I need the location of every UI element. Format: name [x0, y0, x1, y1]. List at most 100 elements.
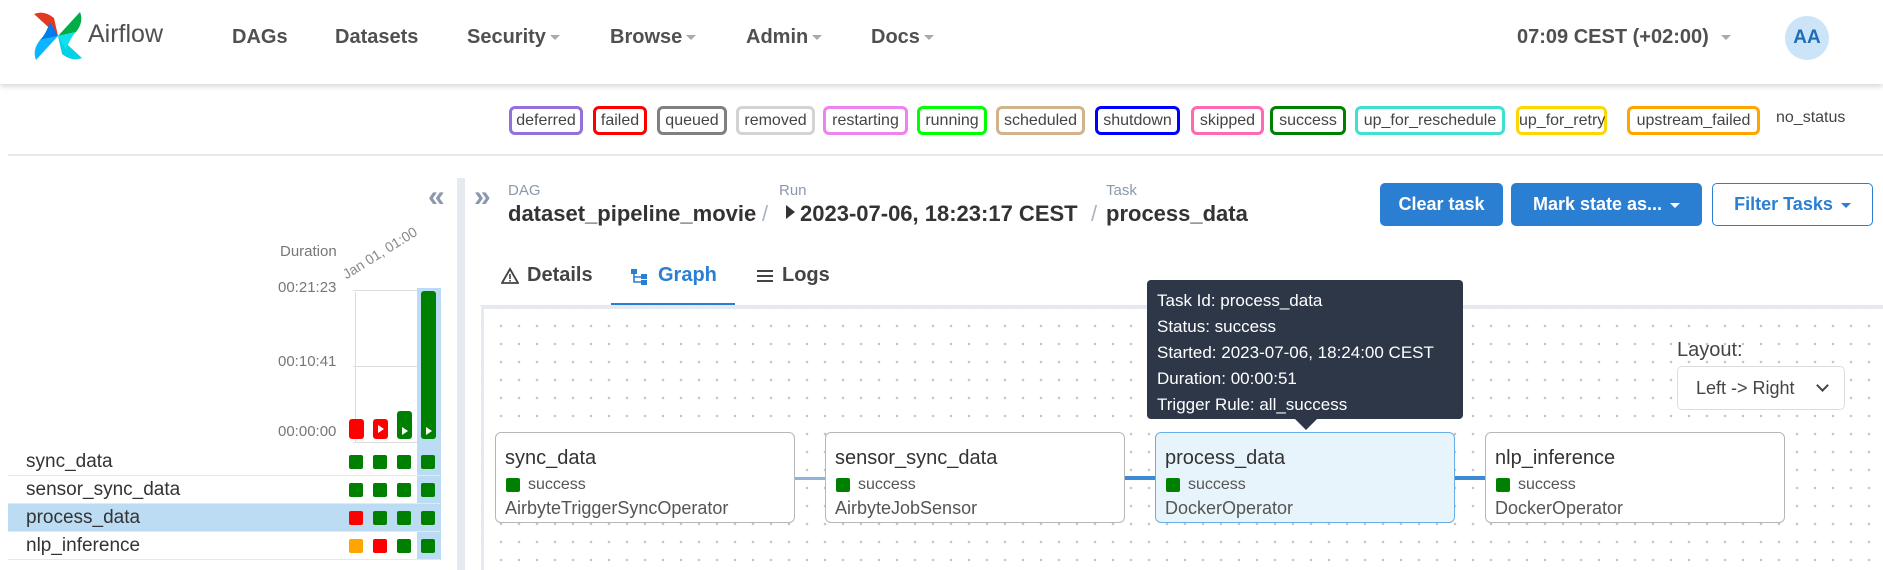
- airflow-logo-icon[interactable]: [30, 8, 86, 64]
- legend-deferred[interactable]: deferred: [509, 106, 583, 135]
- legend-skipped[interactable]: skipped: [1191, 106, 1264, 135]
- task-instance-square[interactable]: [373, 511, 387, 525]
- timezone-clock[interactable]: 07:09 CEST (+02:00): [1517, 26, 1731, 49]
- task-instance-square[interactable]: [373, 483, 387, 497]
- legend-failed[interactable]: failed: [593, 106, 647, 135]
- tab-details-label: Details: [527, 264, 593, 286]
- tab-details[interactable]: Details: [501, 262, 601, 306]
- task-instance-square[interactable]: [397, 455, 411, 469]
- expand-grid-icon[interactable]: »: [474, 180, 491, 214]
- dag-run-bar[interactable]: [421, 291, 436, 439]
- nav-admin-label: Admin: [746, 26, 809, 48]
- node-status: success: [1188, 476, 1246, 493]
- play-icon: [402, 427, 408, 435]
- dag-run-bar[interactable]: [349, 419, 364, 439]
- task-instance-square[interactable]: [349, 539, 363, 553]
- task-instance-square[interactable]: [349, 511, 363, 525]
- node-operator: DockerOperator: [1165, 498, 1294, 518]
- graph-node-process-data[interactable]: process_data success DockerOperator: [1155, 432, 1455, 523]
- tooltip-task-id: Task Id: process_data: [1157, 291, 1323, 310]
- nav-admin[interactable]: Admin: [746, 26, 823, 49]
- task-name: nlp_inference: [26, 535, 141, 556]
- clock-text: 07:09 CEST (+02:00): [1517, 26, 1709, 48]
- graph-node-sensor-sync-data[interactable]: sensor_sync_data success AirbyteJobSenso…: [825, 432, 1125, 523]
- nav-datasets[interactable]: Datasets: [335, 26, 418, 49]
- panel-resize-handle[interactable]: [457, 178, 465, 570]
- legend-up-for-reschedule[interactable]: up_for_reschedule: [1355, 106, 1505, 135]
- layout-select[interactable]: Left -> Right: [1677, 366, 1845, 410]
- graph-icon: [631, 269, 647, 285]
- duration-label: Duration: [280, 243, 337, 260]
- chevron-down-icon: [1670, 202, 1681, 208]
- tooltip-trigger-rule: Trigger Rule: all_success: [1157, 395, 1348, 414]
- play-icon: [426, 427, 432, 435]
- user-avatar[interactable]: AA: [1785, 16, 1829, 60]
- breadcrumb-dag-label: DAG: [508, 182, 541, 199]
- breadcrumb-run[interactable]: 2023-07-06, 18:23:17 CEST: [800, 201, 1078, 227]
- task-instance-square[interactable]: [421, 483, 435, 497]
- status-square: [506, 478, 520, 492]
- legend-queued[interactable]: queued: [657, 106, 727, 135]
- task-instance-square[interactable]: [349, 455, 363, 469]
- legend-upstream-failed[interactable]: upstream_failed: [1627, 106, 1760, 135]
- breadcrumb-task[interactable]: process_data: [1106, 201, 1248, 227]
- breadcrumb-separator: /: [1091, 201, 1098, 226]
- nav-datasets-label: Datasets: [335, 26, 419, 48]
- nav-browse[interactable]: Browse: [610, 26, 697, 49]
- legend-running[interactable]: running: [917, 106, 987, 135]
- task-row-nlp-inference[interactable]: nlp_inference: [8, 532, 440, 560]
- task-instance-square[interactable]: [373, 455, 387, 469]
- nav-docs[interactable]: Docs: [871, 26, 934, 49]
- clear-task-button[interactable]: Clear task: [1380, 183, 1503, 226]
- layout-label: Layout:: [1677, 339, 1743, 361]
- legend-shutdown[interactable]: shutdown: [1095, 106, 1180, 135]
- graph-node-nlp-inference[interactable]: nlp_inference success DockerOperator: [1485, 432, 1785, 523]
- graph-edge: [1125, 476, 1155, 480]
- node-title: nlp_inference: [1495, 447, 1616, 469]
- legend-restarting[interactable]: restarting: [823, 106, 908, 135]
- breadcrumb-dag[interactable]: dataset_pipeline_movie: [508, 201, 756, 227]
- legend-removed[interactable]: removed: [736, 106, 815, 135]
- task-instance-square[interactable]: [397, 511, 411, 525]
- chevron-down-icon: [549, 35, 560, 41]
- node-operator: AirbyteTriggerSyncOperator: [505, 498, 729, 518]
- task-instance-square[interactable]: [421, 539, 435, 553]
- chevron-down-icon: [812, 35, 823, 41]
- duration-tick-mid: 00:10:41: [278, 353, 337, 370]
- task-row-sensor-sync-data[interactable]: sensor_sync_data: [8, 476, 440, 504]
- nav-security-label: Security: [467, 26, 546, 48]
- task-name: sync_data: [26, 451, 113, 472]
- task-name: process_data: [26, 507, 141, 528]
- mark-state-button[interactable]: Mark state as...: [1511, 183, 1702, 226]
- legend-no-status[interactable]: no_status: [1776, 109, 1845, 127]
- task-instance-square[interactable]: [397, 539, 411, 553]
- task-instance-square[interactable]: [421, 511, 435, 525]
- nav-security[interactable]: Security: [467, 26, 560, 49]
- play-icon: [786, 205, 795, 219]
- task-row-sync-data[interactable]: sync_data: [8, 448, 440, 476]
- task-instance-square[interactable]: [397, 483, 411, 497]
- legend-success[interactable]: success: [1270, 106, 1346, 135]
- filter-tasks-button[interactable]: Filter Tasks: [1712, 183, 1873, 226]
- brand-name[interactable]: Airflow: [88, 20, 163, 49]
- tab-graph[interactable]: Graph: [611, 262, 735, 306]
- legend-up-for-retry[interactable]: up_for_retry: [1516, 106, 1607, 135]
- dag-run-bar[interactable]: [373, 419, 388, 439]
- status-square: [1166, 478, 1180, 492]
- nav-dags[interactable]: DAGs: [232, 26, 288, 49]
- task-instance-square[interactable]: [421, 455, 435, 469]
- collapse-grid-icon[interactable]: «: [428, 180, 445, 214]
- dag-run-bar[interactable]: [397, 411, 412, 439]
- task-row-process-data[interactable]: process_data: [8, 504, 440, 532]
- node-title: sync_data: [505, 447, 597, 469]
- tab-logs[interactable]: Logs: [756, 262, 846, 306]
- legend-scheduled[interactable]: scheduled: [996, 106, 1085, 135]
- node-operator: AirbyteJobSensor: [835, 498, 978, 518]
- task-instance-square[interactable]: [373, 539, 387, 553]
- list-lines-icon: [757, 270, 773, 282]
- node-status: success: [1518, 476, 1576, 493]
- graph-node-sync-data[interactable]: sync_data success AirbyteTriggerSyncOper…: [495, 432, 795, 523]
- task-instance-square[interactable]: [349, 483, 363, 497]
- tooltip-duration: Duration: 00:00:51: [1157, 369, 1297, 388]
- play-icon: [378, 425, 384, 433]
